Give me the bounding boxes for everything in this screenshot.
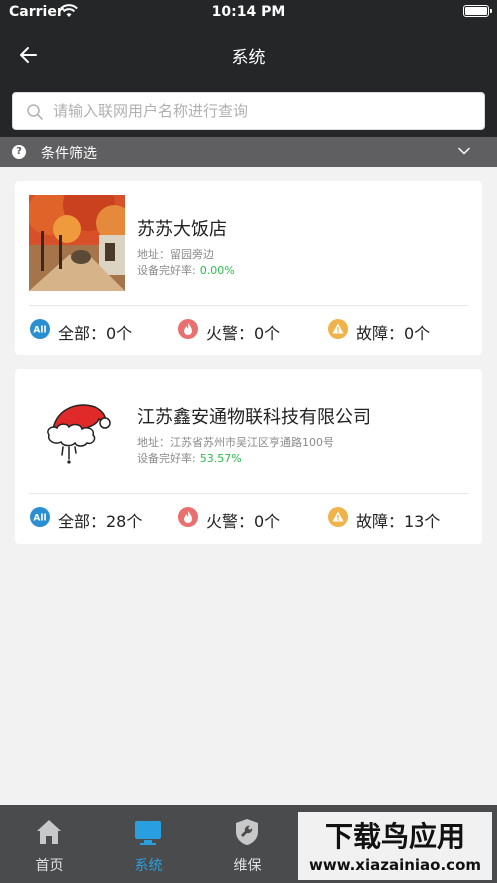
all-badge-icon: All (30, 507, 50, 527)
watermark-logo: 下载鸟应用 www.xiazainiao.com (298, 812, 492, 880)
home-icon (37, 820, 61, 844)
filter-label: 条件筛选 (41, 146, 97, 162)
device-rate: 设备完好率: 53.57% (137, 450, 242, 466)
search-icon (27, 104, 43, 120)
help-icon: ? (12, 145, 26, 159)
stat-fire-text: 火警：0个 (206, 324, 281, 343)
fire-icon (178, 507, 198, 527)
device-rate: 设备完好率: 0.00% (137, 262, 235, 278)
fire-icon (178, 319, 198, 339)
stat-fault-text: 故障：0个 (356, 324, 431, 343)
user-name: 江苏鑫安通物联科技有限公司 (137, 407, 371, 428)
warning-icon (328, 507, 348, 527)
device-rate-value: 0.00% (199, 264, 235, 277)
search-box[interactable] (12, 92, 485, 130)
autumn-photo-thumbnail (29, 195, 125, 291)
chevron-down-icon[interactable] (458, 145, 470, 157)
watermark-title: 下载鸟应用 (325, 820, 465, 853)
device-rate-value: 53.57% (199, 452, 242, 465)
device-rate-label: 设备完好率: (137, 452, 196, 465)
tab-bar: 首页 系统 维保 下载鸟应用 www.xiazainiao.com (0, 805, 497, 883)
tab-system[interactable]: 系统 (99, 805, 198, 883)
filter-bar[interactable]: ? 条件筛选 (0, 137, 497, 167)
tab-system-label: 系统 (134, 858, 163, 874)
divider (29, 305, 468, 306)
device-rate-label: 设备完好率: (137, 264, 196, 277)
svg-text:All: All (33, 514, 46, 524)
warning-icon (328, 319, 348, 339)
svg-text:All: All (33, 326, 46, 336)
monitor-icon (135, 821, 161, 845)
santa-hat-cloud-logo (29, 383, 125, 479)
stat-fault-text: 故障：13个 (356, 512, 441, 531)
tab-maintenance[interactable]: 维保 (198, 805, 297, 883)
stat-fire-text: 火警：0个 (206, 512, 281, 531)
tab-home[interactable]: 首页 (0, 805, 99, 883)
app-screen: Carrier 10:14 PM 系统 ? 条件筛选 (0, 0, 497, 883)
user-card[interactable]: 苏苏大饭店 地址：留园旁边 设备完好率: 0.00% All 全部：0个 火警：0… (15, 181, 482, 355)
tab-home-label: 首页 (35, 858, 64, 874)
user-address: 地址：留园旁边 (137, 248, 214, 261)
battery-icon (463, 5, 489, 17)
battery-tip (490, 9, 492, 13)
page-title: 系统 (231, 48, 266, 68)
clock: 10:14 PM (211, 4, 286, 20)
divider (29, 493, 468, 494)
watermark-url: www.xiazainiao.com (309, 856, 481, 874)
stat-all-text: 全部：28个 (58, 512, 143, 531)
nav-bar: 系统 (0, 24, 497, 86)
search-input[interactable] (53, 93, 473, 129)
user-address: 地址：江苏省苏州市吴江区亨通路100号 (137, 436, 334, 449)
top-bar: Carrier 10:14 PM 系统 (0, 0, 497, 137)
tab-maintenance-label: 维保 (233, 858, 262, 874)
stat-all-text: 全部：0个 (58, 324, 133, 343)
status-bar: Carrier 10:14 PM (0, 0, 497, 24)
wrench-shield-icon (236, 819, 258, 845)
user-card[interactable]: 江苏鑫安通物联科技有限公司 地址：江苏省苏州市吴江区亨通路100号 设备完好率:… (15, 369, 482, 544)
user-name: 苏苏大饭店 (137, 219, 227, 240)
all-badge-icon: All (30, 319, 50, 339)
